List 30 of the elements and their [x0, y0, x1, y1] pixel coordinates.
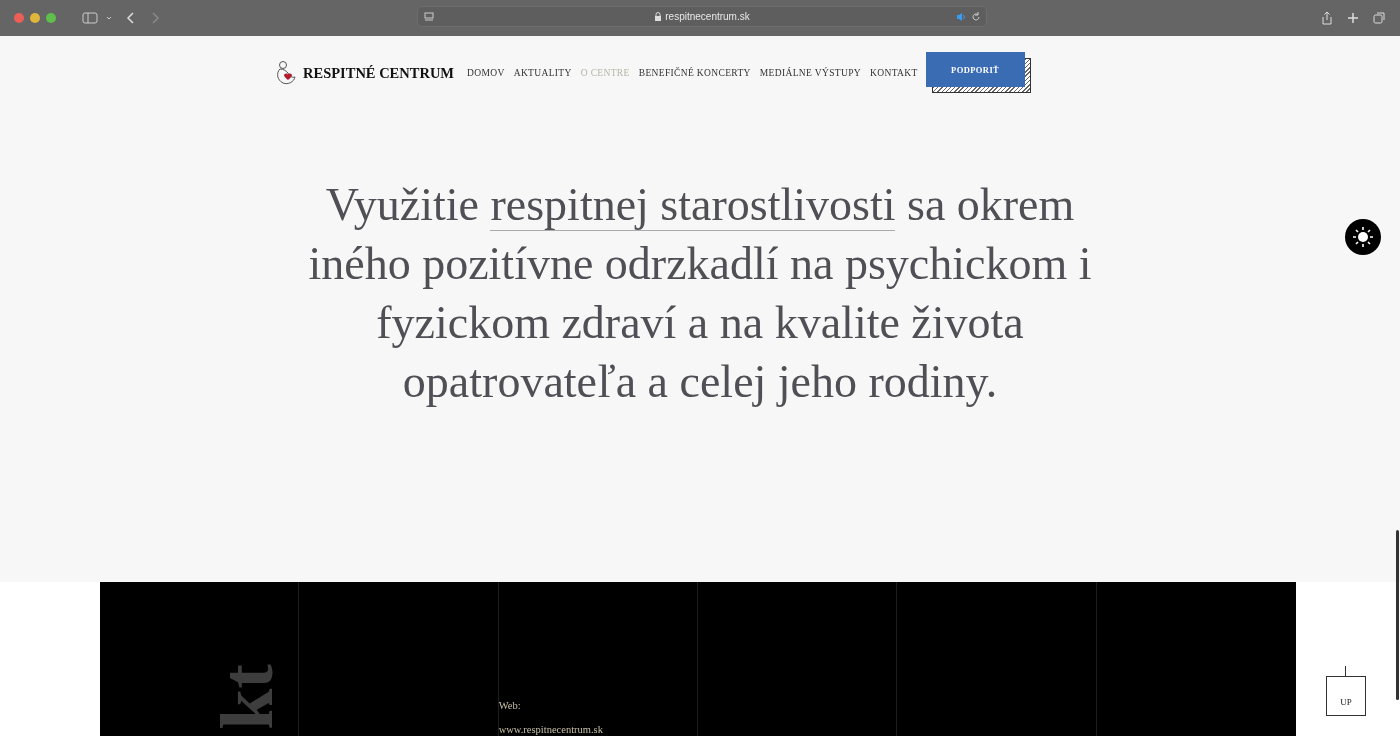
close-window-icon[interactable] [14, 13, 24, 23]
brightness-icon[interactable] [1345, 219, 1381, 255]
nav-link[interactable]: BENEFIČNÉ KONCERTY [638, 68, 751, 78]
share-icon[interactable] [1321, 11, 1333, 25]
scrollbar-thumb[interactable] [1396, 530, 1399, 700]
tabs-overview-icon[interactable] [1373, 11, 1386, 25]
minimize-window-icon[interactable] [30, 13, 40, 23]
forward-icon [150, 12, 160, 24]
nav-link[interactable]: DOMOV [467, 68, 505, 78]
logo-icon [275, 60, 297, 86]
web-link[interactable]: www.respitnecentrum.sk [498, 724, 603, 735]
back-icon[interactable] [126, 12, 136, 24]
reload-icon[interactable] [971, 11, 981, 22]
plus-icon[interactable] [1347, 11, 1359, 25]
hero-heading: Využitie respitnej starostlivosti sa okrem iného pozitívne odrzkadlí na psychickom i fyzickom zdraví a na kvalite života opatrovateľa a celej jeho rodiny. [307, 178, 1093, 409]
nav-link[interactable]: KONTAKT [870, 68, 918, 78]
address-bar[interactable]: respitnecentrum.sk [417, 6, 987, 27]
scroll-up-button[interactable]: UP [1326, 676, 1366, 716]
footer-heading: kt [210, 664, 284, 730]
nav-link[interactable]: MEDIÁLNE VÝSTUPY [759, 68, 861, 78]
speaker-icon[interactable] [956, 11, 966, 22]
site-logo[interactable]: RESPITNÉ CENTRUM [303, 64, 455, 82]
inline-link[interactable]: respitnej starostlivosti [490, 179, 896, 231]
url-text: respitnecentrum.sk [665, 11, 750, 22]
maximize-window-icon[interactable] [46, 13, 56, 23]
sidebar-icon[interactable] [82, 12, 112, 24]
web-label: Web: [498, 700, 522, 711]
lock-icon [654, 12, 663, 21]
nav-link[interactable]: AKTUALITY [513, 68, 572, 78]
page-icon [424, 11, 434, 22]
